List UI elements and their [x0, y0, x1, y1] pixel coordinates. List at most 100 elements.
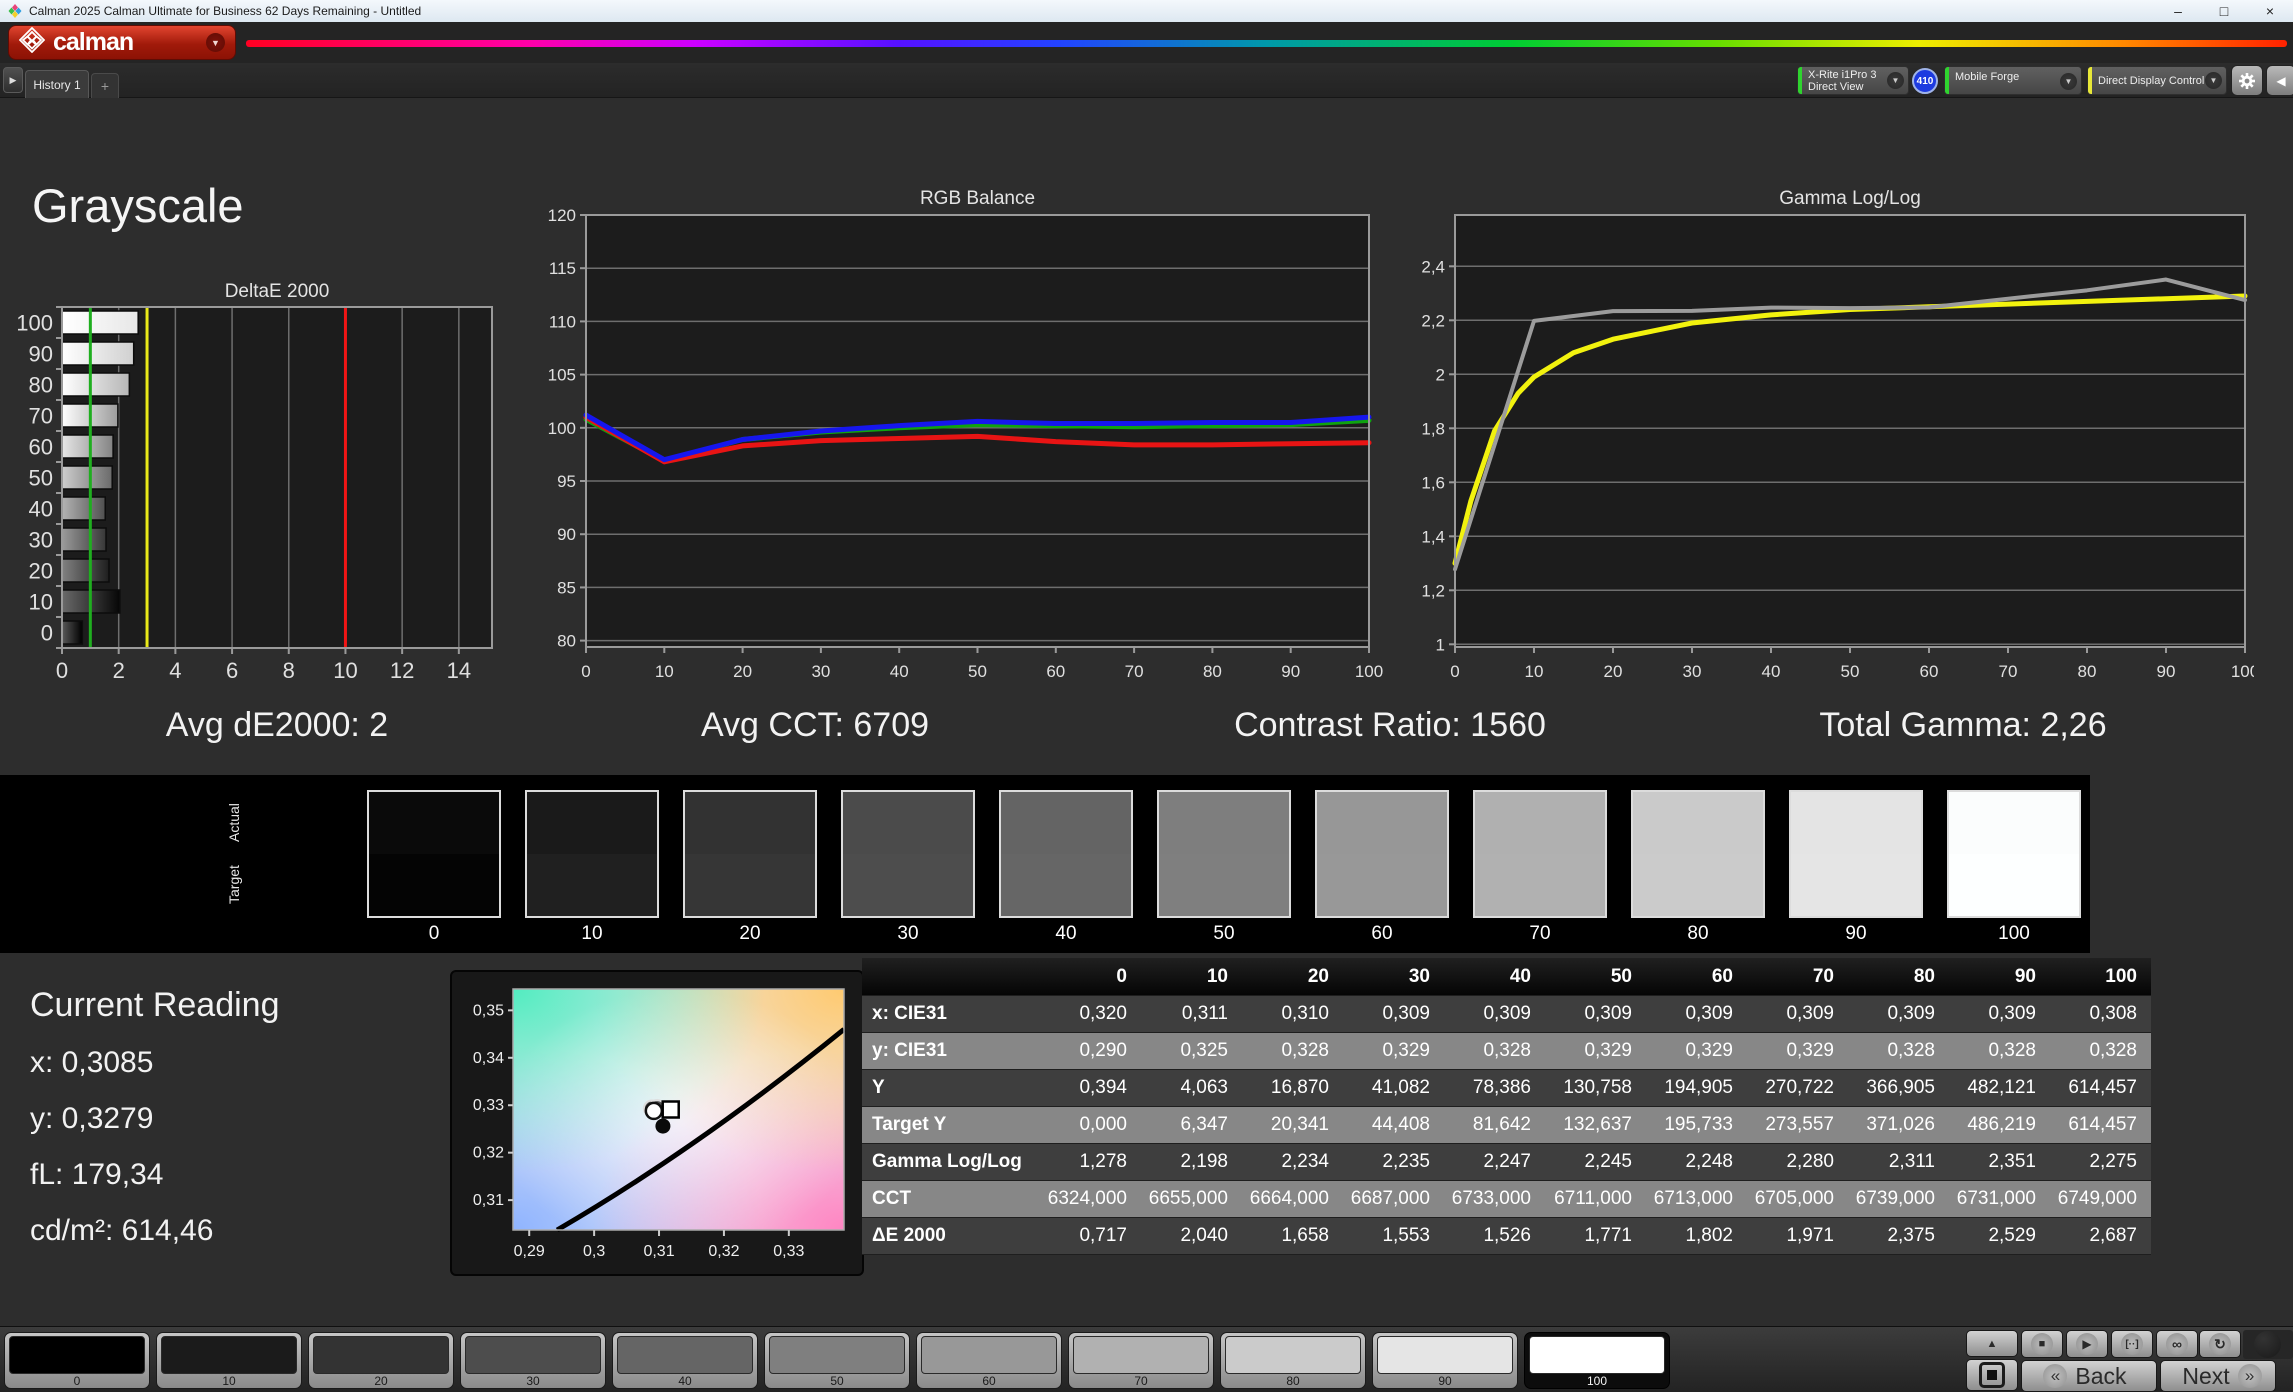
- table-cell: 0,329: [1685, 1040, 1733, 1061]
- pattern-patch-button-20[interactable]: 20: [308, 1332, 454, 1389]
- pattern-patch-button-80[interactable]: 80: [1220, 1332, 1366, 1389]
- display-control-dropdown[interactable]: Direct Display Control ▼: [2087, 66, 2227, 95]
- svg-text:60: 60: [1046, 662, 1065, 681]
- svg-text:1,2: 1,2: [1421, 581, 1445, 600]
- table-cell: 132,637: [1563, 1114, 1632, 1135]
- pattern-bar: 0 10 20 30 40 50 60 70 80 90 100 ▲ ■ ▶ [··] ∞ ↻ «: [0, 1326, 2293, 1392]
- app-icon: [8, 4, 22, 18]
- next-button[interactable]: Next »: [2160, 1360, 2276, 1392]
- svg-text:0: 0: [1450, 662, 1459, 681]
- table-cell: 6687,000: [1350, 1188, 1430, 1209]
- pattern-patch-button-70[interactable]: 70: [1068, 1332, 1214, 1389]
- table-cell: 0,311: [1181, 1003, 1228, 1024]
- svg-text:70: 70: [29, 404, 53, 429]
- svg-text:2,4: 2,4: [1421, 257, 1445, 276]
- table-cell: 78,386: [1472, 1077, 1531, 1098]
- table-cell: 0,309: [1584, 1003, 1632, 1024]
- calman-menu-button[interactable]: calman ▼: [8, 25, 236, 60]
- patch-label: 0: [73, 1374, 81, 1388]
- svg-text:10: 10: [29, 590, 53, 615]
- table-cell: 2,311: [1888, 1151, 1935, 1172]
- continuous-measure-button[interactable]: ∞: [2156, 1330, 2198, 1358]
- add-tab-button[interactable]: +: [91, 73, 119, 98]
- table-row-label: Gamma Log/Log: [872, 1151, 1022, 1172]
- patch-label: 60: [982, 1374, 996, 1388]
- target-patch: [843, 854, 973, 916]
- back-button[interactable]: « Back: [2021, 1360, 2157, 1392]
- svg-text:20: 20: [733, 662, 752, 681]
- table-column-header: 0: [1116, 966, 1127, 987]
- table-row-label: y: CIE31: [872, 1040, 947, 1061]
- svg-text:100: 100: [1355, 662, 1383, 681]
- grayscale-swatch-0: [367, 790, 501, 918]
- settings-button[interactable]: [2231, 65, 2263, 96]
- actual-patch: [369, 792, 499, 854]
- table-cell: 486,219: [1967, 1114, 2036, 1135]
- target-patch: [527, 854, 657, 916]
- table-cell: 371,026: [1866, 1114, 1935, 1135]
- svg-text:90: 90: [1281, 662, 1300, 681]
- pattern-up-button[interactable]: ▲: [1966, 1330, 2018, 1357]
- svg-text:10: 10: [1525, 662, 1544, 681]
- meter-dropdown[interactable]: X-Rite i1Pro 3 Direct View ▼: [1797, 66, 1909, 95]
- pattern-patch-button-30[interactable]: 30: [460, 1332, 606, 1389]
- close-icon[interactable]: ×: [2247, 0, 2293, 22]
- pattern-window-button[interactable]: [1966, 1359, 2018, 1391]
- svg-text:0: 0: [581, 662, 590, 681]
- table-cell: 1,278: [1079, 1151, 1127, 1172]
- table-row-label: Target Y: [872, 1114, 947, 1135]
- reading-cdm2: cd/m²: 614,46: [30, 1214, 214, 1247]
- table-cell: 1,658: [1281, 1225, 1329, 1246]
- svg-text:14: 14: [447, 658, 471, 683]
- single-measure-button[interactable]: [··]: [2111, 1330, 2153, 1358]
- table-cell: 0,328: [1483, 1040, 1531, 1061]
- source-status-stripe: [1945, 67, 1949, 94]
- brand-bar: calman ▼: [0, 22, 2293, 63]
- svg-text:0,31: 0,31: [643, 1243, 674, 1260]
- actual-patch: [527, 792, 657, 854]
- history-nav-button[interactable]: ▶: [3, 67, 23, 93]
- pattern-patch-button-0[interactable]: 0: [4, 1332, 150, 1389]
- maximize-icon[interactable]: □: [2201, 0, 2247, 22]
- pattern-patch-button-60[interactable]: 60: [916, 1332, 1062, 1389]
- cie-chromaticity-chart: 0,35 0,34 0,33 0,32 0,31 0,29 0,3 0,31 0,32 0,33: [473, 988, 846, 1260]
- pattern-patch-button-90[interactable]: 90: [1372, 1332, 1518, 1389]
- refresh-button[interactable]: ↻: [2199, 1330, 2241, 1358]
- collapse-panel-button[interactable]: ◀: [2266, 65, 2293, 96]
- pattern-patch-button-100[interactable]: 100: [1524, 1332, 1670, 1389]
- table-column-header: 30: [1408, 966, 1430, 987]
- pattern-patch-button-50[interactable]: 50: [764, 1332, 910, 1389]
- patch-color: [313, 1336, 449, 1374]
- svg-text:20: 20: [1604, 662, 1623, 681]
- current-reading-title: Current Reading: [30, 986, 280, 1024]
- table-row: ΔE 2000 0,717 2,040 1,658 1,553 1,526 1,771 1,8…: [862, 1218, 2151, 1255]
- chevron-down-icon: ▼: [2205, 72, 2222, 89]
- patch-label: 30: [526, 1374, 540, 1388]
- svg-text:2,2: 2,2: [1421, 311, 1445, 330]
- table-cell: 6705,000: [1754, 1188, 1834, 1209]
- stop-measure-button[interactable]: ■: [2021, 1330, 2063, 1358]
- actual-patch: [685, 792, 815, 854]
- pattern-patch-button-40[interactable]: 40: [612, 1332, 758, 1389]
- grayscale-swatch-30: [841, 790, 975, 918]
- actual-patch: [843, 792, 973, 854]
- table-cell: 0,328: [2089, 1040, 2137, 1061]
- table-header-row: 0 10 20 30 40 50 60 70 80 90 100: [862, 958, 2151, 996]
- patch-label: 70: [1134, 1374, 1148, 1388]
- minimize-icon[interactable]: –: [2155, 0, 2201, 22]
- table-row-label: ΔE 2000: [872, 1225, 946, 1246]
- svg-text:60: 60: [1920, 662, 1939, 681]
- table-cell: 0,329: [1382, 1040, 1430, 1061]
- svg-text:40: 40: [29, 497, 53, 522]
- play-measure-button[interactable]: ▶: [2066, 1330, 2108, 1358]
- table-cell: 0,309: [1786, 1003, 1834, 1024]
- calman-logo-text: calman: [53, 28, 134, 56]
- table-cell: 366,905: [1866, 1077, 1935, 1098]
- table-cell: 6655,000: [1148, 1188, 1228, 1209]
- tab-history-1[interactable]: History 1: [25, 70, 89, 98]
- swatch-level-label: 70: [1529, 923, 1551, 944]
- pattern-patch-button-10[interactable]: 10: [156, 1332, 302, 1389]
- swatch-level-label: 60: [1371, 923, 1393, 944]
- source-dropdown[interactable]: Mobile Forge ▼: [1944, 66, 2082, 95]
- avg-de2000-value: Avg dE2000: 2: [165, 706, 389, 744]
